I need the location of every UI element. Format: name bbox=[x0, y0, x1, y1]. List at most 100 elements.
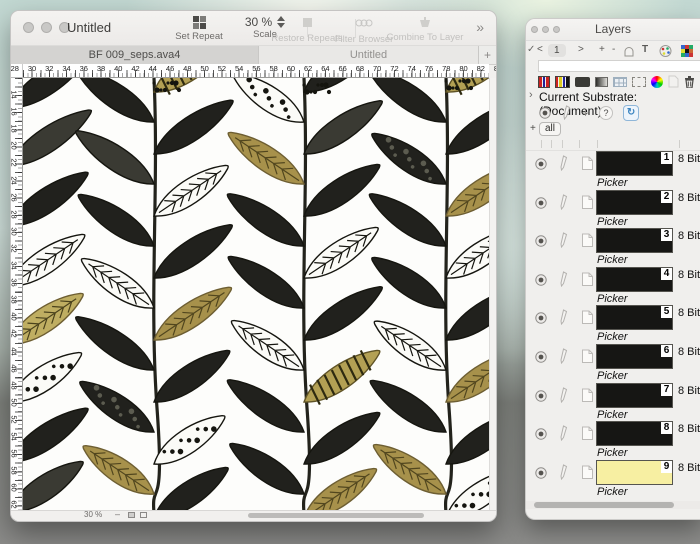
layer-visibility-eye-icon[interactable] bbox=[534, 389, 548, 403]
layer-name-field[interactable] bbox=[538, 60, 700, 72]
layer-visibility-eye-icon[interactable] bbox=[534, 466, 548, 480]
layer-visibility-eye-icon[interactable] bbox=[534, 273, 548, 287]
tab-untitled[interactable]: Untitled bbox=[259, 46, 479, 64]
text-tool-button[interactable]: T bbox=[642, 44, 648, 55]
solid-fill-icon[interactable] bbox=[575, 77, 590, 87]
layer-page-icon[interactable] bbox=[581, 272, 594, 287]
set-repeat-button[interactable]: Set Repeat bbox=[169, 15, 229, 43]
layer-page-icon[interactable] bbox=[581, 195, 594, 210]
dome-tool-icon[interactable] bbox=[623, 45, 635, 57]
layer-row[interactable]: 5 8 Bit Picker bbox=[526, 305, 700, 344]
table-grid-icon[interactable] bbox=[613, 77, 627, 87]
blank-page-icon[interactable] bbox=[668, 75, 679, 88]
combine-to-layer-button[interactable]: Combine To Layer bbox=[383, 15, 467, 44]
layer-visibility-eye-icon[interactable] bbox=[534, 427, 548, 441]
layer-page-icon[interactable] bbox=[581, 310, 594, 325]
layer-color-swatch[interactable]: 7 bbox=[596, 383, 673, 408]
layer-page-icon[interactable] bbox=[581, 349, 594, 364]
layer-edit-pencil-icon[interactable] bbox=[559, 425, 569, 441]
prev-layer-button[interactable]: < bbox=[537, 44, 543, 55]
layer-row[interactable]: 1 8 Bit Picker bbox=[526, 151, 700, 190]
fit-page-icon[interactable] bbox=[128, 512, 135, 518]
layer-color-swatch[interactable]: 8 bbox=[596, 421, 673, 446]
layer-row[interactable]: 2 8 Bit Picker bbox=[526, 190, 700, 229]
layer-edit-pencil-icon[interactable] bbox=[559, 309, 569, 325]
layer-edit-pencil-icon[interactable] bbox=[559, 232, 569, 248]
layer-color-swatch[interactable]: 4 bbox=[596, 267, 673, 292]
layer-row[interactable]: 6 8 Bit Picker bbox=[526, 344, 700, 383]
horizontal-scrollbar[interactable] bbox=[248, 513, 424, 518]
layer-visibility-eye-icon[interactable] bbox=[534, 234, 548, 248]
trash-icon[interactable] bbox=[684, 75, 695, 88]
layer-row[interactable]: 4 8 Bit Picker bbox=[526, 267, 700, 306]
layer-visibility-eye-icon[interactable] bbox=[534, 350, 548, 364]
pattern-canvas[interactable] bbox=[23, 78, 489, 513]
layer-color-swatch[interactable]: 3 bbox=[596, 228, 673, 253]
layer-row[interactable]: 9 8 Bit Picker bbox=[526, 460, 700, 499]
rgb-channels-icon[interactable] bbox=[538, 76, 550, 88]
color-wheel-icon[interactable] bbox=[651, 76, 663, 88]
remove-layer-button[interactable]: - bbox=[612, 44, 615, 55]
layer-color-swatch[interactable]: 5 bbox=[596, 305, 673, 330]
layer-number-badge: 3 bbox=[661, 229, 672, 241]
layer-color-swatch[interactable]: 2 bbox=[596, 190, 673, 215]
layer-row[interactable]: 7 8 Bit Picker bbox=[526, 383, 700, 422]
minimize-window-button[interactable] bbox=[41, 22, 52, 33]
zoom-panel-button[interactable] bbox=[553, 26, 560, 33]
next-layer-button[interactable]: > bbox=[578, 44, 584, 55]
ruler-number: 48 bbox=[10, 379, 19, 391]
ruler-number: 78 bbox=[442, 64, 450, 73]
sync-icon[interactable]: ↻ bbox=[623, 105, 639, 121]
vertical-scrollbar[interactable] bbox=[489, 78, 497, 513]
layer-color-swatch[interactable]: 9 bbox=[596, 460, 673, 485]
toolbar-overflow-button[interactable]: » bbox=[476, 19, 484, 35]
zoom-out-button[interactable]: – bbox=[115, 509, 120, 519]
document-window: Untitled Set Repeat 30 % Scale Restore R… bbox=[10, 10, 497, 522]
fit-width-icon[interactable] bbox=[140, 512, 147, 518]
layer-edit-pencil-icon[interactable] bbox=[559, 271, 569, 287]
layer-page-icon[interactable] bbox=[581, 156, 594, 171]
layer-page-icon[interactable] bbox=[581, 388, 594, 403]
layer-number-badge: 7 bbox=[661, 384, 672, 396]
layer-color-swatch[interactable]: 6 bbox=[596, 344, 673, 369]
mosaic-icon[interactable] bbox=[681, 45, 693, 57]
layer-visibility-eye-icon[interactable] bbox=[534, 311, 548, 325]
disclosure-chevron-icon[interactable]: › bbox=[529, 89, 533, 101]
selection-marquee-icon[interactable] bbox=[632, 77, 646, 87]
plus-icon[interactable]: + bbox=[530, 123, 536, 134]
layer-page-icon[interactable] bbox=[581, 426, 594, 441]
layer-edit-pencil-icon[interactable] bbox=[559, 194, 569, 210]
layer-edit-pencil-icon[interactable] bbox=[559, 348, 569, 364]
minimize-panel-button[interactable] bbox=[542, 26, 549, 33]
eye-icon[interactable] bbox=[538, 106, 552, 120]
palette-icon[interactable] bbox=[659, 45, 672, 57]
pencil-icon[interactable] bbox=[562, 105, 572, 120]
layer-page-icon[interactable] bbox=[581, 233, 594, 248]
layer-edit-pencil-icon[interactable] bbox=[559, 387, 569, 403]
tab-bf009-seps[interactable]: BF 009_seps.ava4 bbox=[11, 46, 259, 64]
close-window-button[interactable] bbox=[23, 22, 34, 33]
layer-visibility-eye-icon[interactable] bbox=[534, 157, 548, 171]
zoom-level-value[interactable]: 30 % bbox=[84, 510, 102, 519]
add-icon[interactable]: + bbox=[582, 106, 589, 120]
cmyk-channels-icon[interactable] bbox=[555, 76, 570, 88]
new-tab-button[interactable]: + bbox=[479, 46, 496, 64]
layer-page-icon[interactable] bbox=[581, 465, 594, 480]
layer-visibility-eye-icon[interactable] bbox=[534, 196, 548, 210]
layer-row[interactable]: 3 8 Bit Picker bbox=[526, 228, 700, 267]
all-button[interactable]: all bbox=[539, 122, 561, 136]
layer-edit-pencil-icon[interactable] bbox=[559, 464, 569, 480]
layer-color-swatch[interactable]: 1 bbox=[596, 151, 673, 176]
panel-scrollbar-track[interactable] bbox=[526, 501, 700, 509]
layer-index-field[interactable]: 1 bbox=[548, 44, 566, 57]
panel-scrollbar-thumb[interactable] bbox=[534, 502, 674, 508]
layer-row[interactable]: 8 8 Bit Picker bbox=[526, 421, 700, 460]
layer-separation-name: Picker bbox=[597, 254, 628, 266]
add-layer-button[interactable]: + bbox=[599, 44, 605, 55]
ruler-number: 26 bbox=[10, 191, 19, 203]
layer-bit-depth: 8 Bit bbox=[678, 462, 700, 474]
layer-edit-pencil-icon[interactable] bbox=[559, 155, 569, 171]
gradient-icon[interactable] bbox=[595, 77, 608, 87]
close-panel-button[interactable] bbox=[531, 26, 538, 33]
help-button[interactable]: ? bbox=[599, 106, 613, 120]
